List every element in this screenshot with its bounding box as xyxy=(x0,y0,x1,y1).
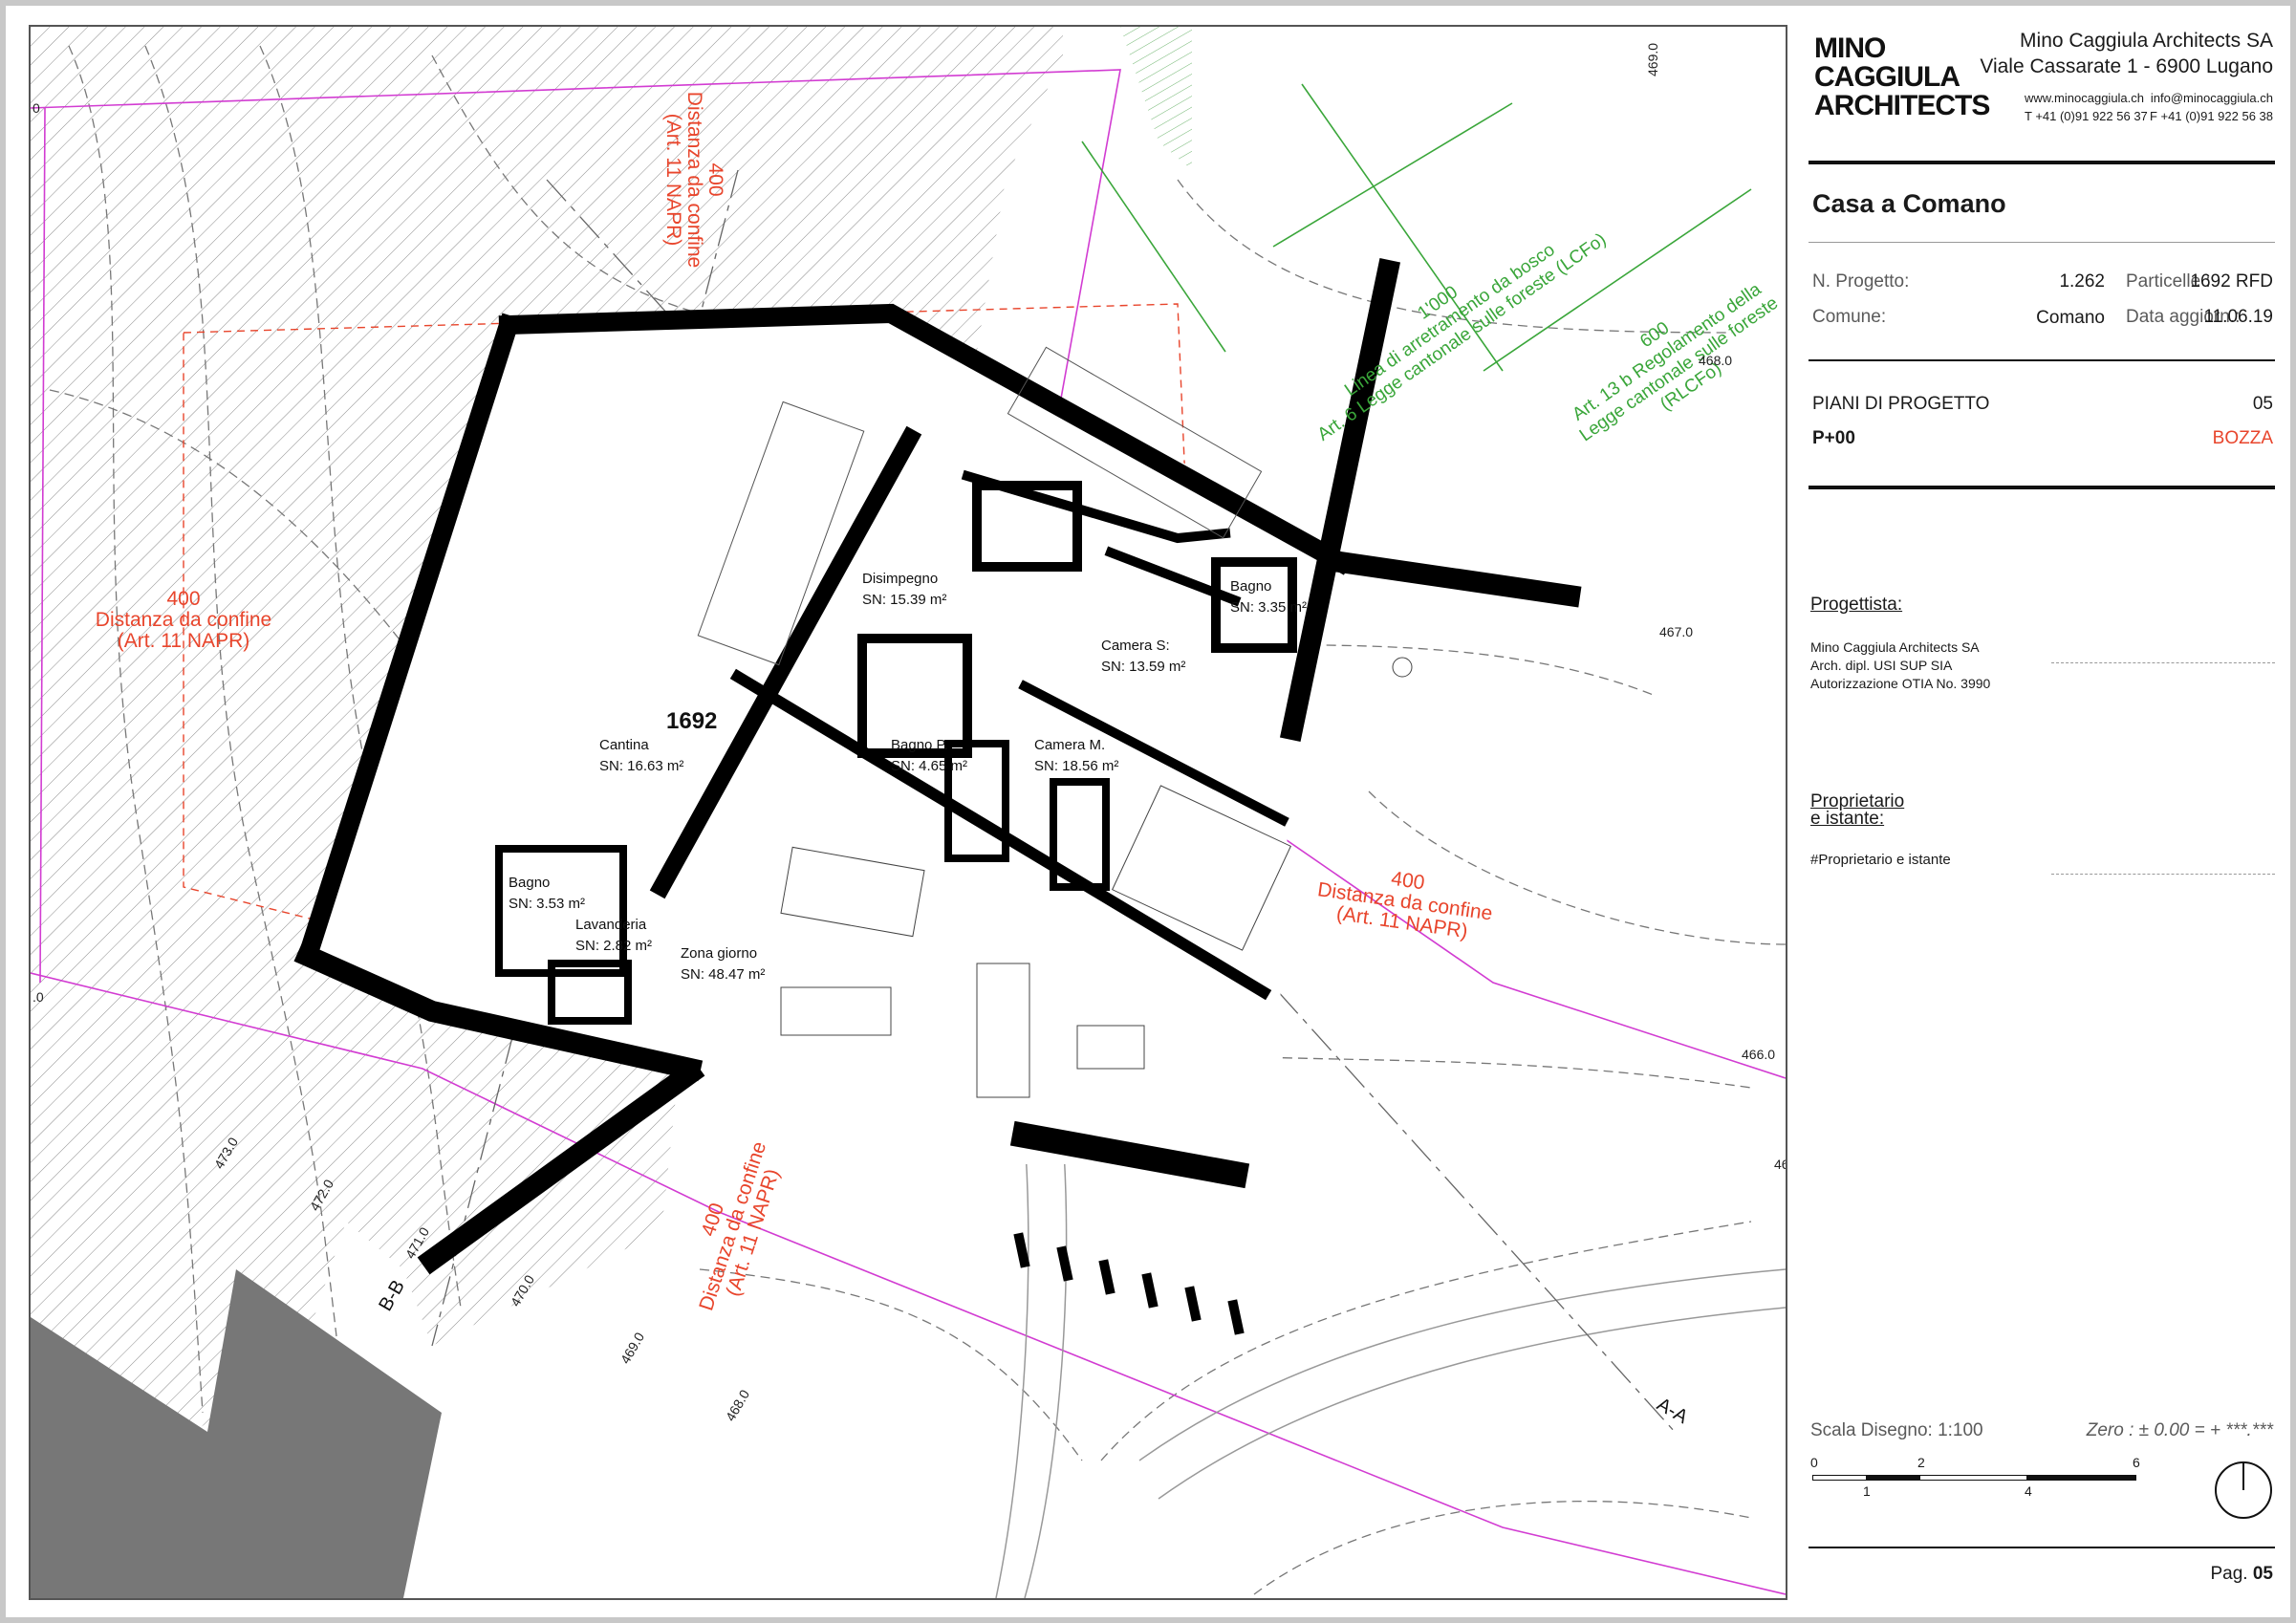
edge-label: .0 xyxy=(32,989,44,1005)
project-number: 1.262 xyxy=(2059,271,2105,292)
divider xyxy=(1809,359,2275,361)
page-value: 05 xyxy=(2252,1564,2273,1584)
title-block: MINO CAGGIULA ARCHITECTS Mino Caggiula A… xyxy=(1809,25,2277,1596)
logo-line: MINO xyxy=(1814,32,1886,64)
room-area: SN: 48.47 m² xyxy=(681,966,765,983)
elevation-label: 467.0 xyxy=(1659,624,1693,639)
forest-text: Legge cantonale sulle foreste xyxy=(1576,293,1782,446)
designer-line: Arch. dipl. USI SUP SIA xyxy=(1810,658,1953,673)
firm-address: Viale Cassarate 1 - 6900 Lugano xyxy=(1980,55,2273,77)
setback-value: 400 xyxy=(166,588,200,610)
owner-label: Proprietario e istante: xyxy=(1810,792,1904,829)
scale-bar: 0 2 6 1 4 xyxy=(1810,1455,2140,1503)
room-area: SN: 3.53 m² xyxy=(509,896,585,912)
scale-tick: 1 xyxy=(1863,1483,1871,1499)
divider xyxy=(1809,161,2275,164)
floor-level: P+00 xyxy=(1812,428,1855,448)
room-area: SN: 3.35 m² xyxy=(1230,599,1307,616)
elevation-label: 469.0 xyxy=(1645,43,1660,76)
firm-fax: F +41 (0)91 922 56 38 xyxy=(2149,109,2273,123)
firm-email[interactable]: info@minocaggiula.ch xyxy=(2151,91,2273,105)
scale-label: Scala Disegno: 1:100 xyxy=(1810,1420,1983,1440)
designer-info: Mino Caggiula Architects SA Arch. dipl. … xyxy=(1810,638,1990,693)
north-arrow-icon xyxy=(2215,1461,2272,1519)
section-labels: B-B A-A xyxy=(375,1277,1692,1429)
designer-signature-line xyxy=(2051,662,2275,663)
setback-text: Distanza da confine xyxy=(683,92,705,268)
room-name: Cantina xyxy=(599,737,649,753)
municipality: Comano xyxy=(2036,308,2105,328)
designer-line: Autorizzazione OTIA No. 3990 xyxy=(1810,676,1991,691)
elevation-label: 466.0 xyxy=(1742,1047,1775,1062)
setback-article: (Art. 11 NAPR) xyxy=(118,630,249,652)
parcel-number: 1692 xyxy=(666,708,717,734)
room-name: Lavanderia xyxy=(575,917,647,933)
plans-label: PIANI DI PROGETTO xyxy=(1812,394,1990,414)
room-area: SN: 13.59 m² xyxy=(1101,659,1185,675)
steps xyxy=(1013,1232,1245,1335)
firm-phone: T +41 (0)91 922 56 37 xyxy=(2025,109,2148,123)
elevation-label: 469.0 xyxy=(617,1330,647,1367)
scale-tick: 0 xyxy=(1810,1455,1818,1470)
forest-label-1: 1'000 Linea di arretramento da bosco Art… xyxy=(1314,229,1611,445)
room-name: Zona giorno xyxy=(681,945,757,962)
designer-line: Mino Caggiula Architects SA xyxy=(1810,639,1980,655)
owner-value: #Proprietario e istante xyxy=(1810,852,1951,868)
section-label-aa: A-A xyxy=(1654,1394,1692,1428)
page-number: Pag. 05 xyxy=(2210,1564,2273,1585)
forest-label-2: 600 Art. 13 b Regolamento della Legge ca… xyxy=(1569,279,1782,446)
plans-number: 05 xyxy=(2252,394,2273,414)
room-area: SN: 2.82 m² xyxy=(575,938,652,954)
parcels-value: 1692 RFD xyxy=(2190,271,2273,292)
room-area: SN: 4.65 m² xyxy=(891,758,967,774)
setback-text: Distanza da confine xyxy=(96,609,271,631)
divider xyxy=(1809,1547,2275,1548)
edge-label: 0 xyxy=(32,100,40,116)
zero-reference: Zero : ± 0.00 = + ***.*** xyxy=(2086,1420,2273,1440)
setback-label-bottom: 400 Distanza da confine (Art. 11 NAPR) xyxy=(695,1139,784,1314)
divider xyxy=(1809,486,2275,489)
municipality-label: Comune: xyxy=(1812,307,1887,327)
scale-tick: 6 xyxy=(2133,1455,2140,1470)
setback-label-right: 400 Distanza da confine (Art. 11 NAPR) xyxy=(1316,868,1494,942)
owner-signature-line xyxy=(2051,874,2275,875)
room-name: Camera S: xyxy=(1101,638,1170,654)
room-name: Bagno P. xyxy=(891,737,948,753)
logo-line: ARCHITECTS xyxy=(1814,90,1990,121)
road xyxy=(995,1135,1786,1598)
firm-website[interactable]: www.minocaggiula.ch xyxy=(2025,91,2144,105)
room-area: SN: 15.39 m² xyxy=(862,592,946,608)
project-title: Casa a Comano xyxy=(1812,189,2006,218)
room-name: Disimpegno xyxy=(862,571,938,587)
update-date: 11.06.19 xyxy=(2203,307,2273,327)
project-number-label: N. Progetto: xyxy=(1812,271,1910,292)
floor-plan-drawing: Disimpegno SN: 15.39 m² Camera S: SN: 13… xyxy=(31,27,1786,1598)
room-name: Camera M. xyxy=(1034,737,1105,753)
forest-hatch xyxy=(1120,27,1192,170)
drawing-sheet: Disimpegno SN: 15.39 m² Camera S: SN: 13… xyxy=(6,6,2290,1617)
divider xyxy=(1809,242,2275,243)
scale-tick: 4 xyxy=(2025,1483,2032,1499)
firm-logo: MINO CAGGIULA ARCHITECTS xyxy=(1814,32,1990,121)
logo-line: CAGGIULA xyxy=(1814,61,1960,93)
scale-tick: 2 xyxy=(1917,1455,1925,1470)
section-label-bb: B-B xyxy=(375,1277,409,1315)
page-label: Pag. xyxy=(2210,1564,2248,1584)
room-area: SN: 18.56 m² xyxy=(1034,758,1118,774)
designer-label: Progettista: xyxy=(1810,595,1903,615)
owner-label-line: e istante: xyxy=(1810,809,1885,829)
floor-plan: Disimpegno SN: 15.39 m² Camera S: SN: 13… xyxy=(29,25,1787,1600)
forest-article: Art. 6 Legge cantonale sulle foreste (LC… xyxy=(1314,229,1611,445)
elevation-label: 468.0 xyxy=(723,1387,752,1424)
elevation-label: 468.0 xyxy=(1699,353,1732,368)
setback-article: (Art. 11 NAPR) xyxy=(662,114,684,246)
elevation-label: 46 xyxy=(1774,1157,1786,1172)
firm-name: Mino Caggiula Architects SA xyxy=(2020,30,2273,52)
room-name: Bagno xyxy=(509,875,550,891)
status-badge: BOZZA xyxy=(2212,428,2273,448)
room-area: SN: 16.63 m² xyxy=(599,758,683,774)
room-name: Bagno xyxy=(1230,578,1271,595)
setback-value: 400 xyxy=(704,162,726,196)
